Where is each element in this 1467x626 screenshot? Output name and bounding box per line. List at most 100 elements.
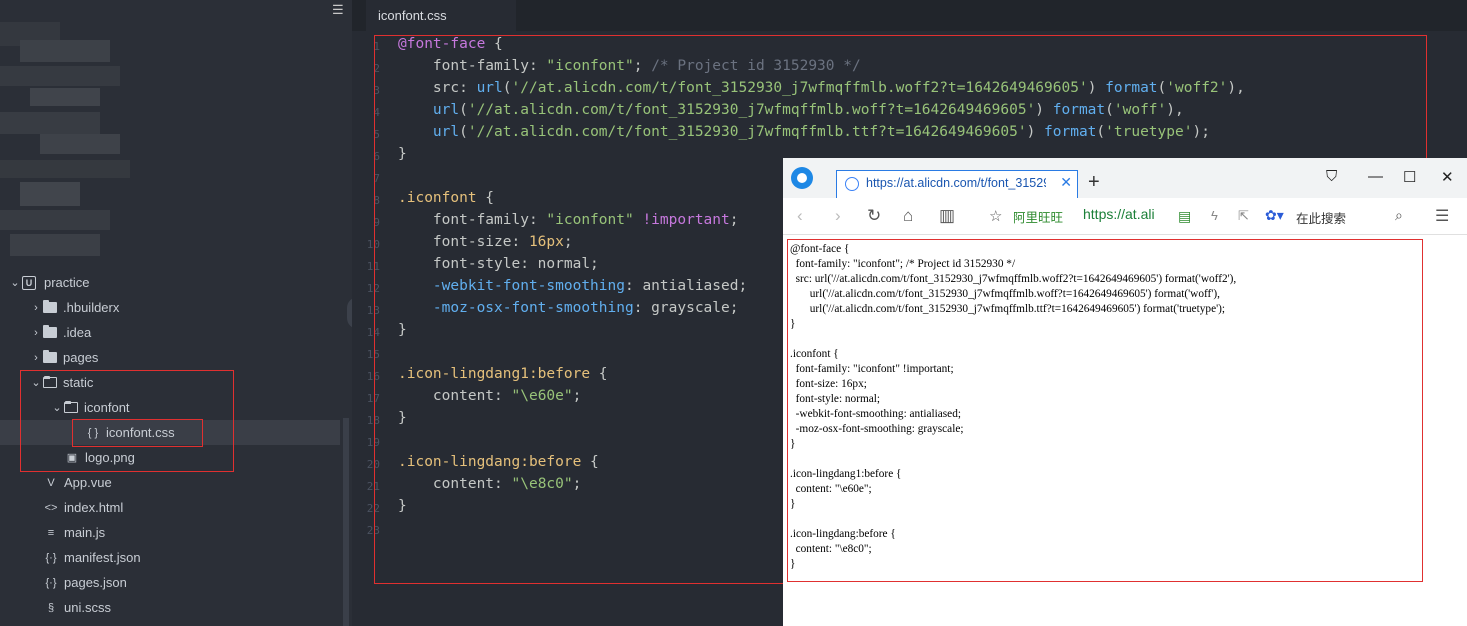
- search-input[interactable]: 在此搜索: [1296, 208, 1346, 227]
- tree-item-app-vue[interactable]: V App.vue: [0, 470, 340, 495]
- raw-line: }: [790, 438, 796, 450]
- tree-item-idea[interactable]: › .idea: [0, 320, 340, 345]
- code-token: format: [1105, 80, 1158, 96]
- lightning-icon[interactable]: ϟ: [1211, 208, 1218, 223]
- code-line: -webkit-font-smoothing: antialiased;: [398, 278, 747, 294]
- raw-line: -webkit-font-smoothing: antialiased;: [790, 408, 961, 420]
- code-token: .icon-lingdang:before: [398, 454, 582, 470]
- code-token: (: [1096, 124, 1106, 140]
- tree-item-static[interactable]: ⌄ static: [0, 370, 340, 395]
- code-token: ;: [633, 58, 652, 74]
- js-file-icon: ≡: [47, 526, 55, 539]
- new-tab-button[interactable]: +: [1088, 171, 1100, 194]
- code-token: ;: [572, 476, 582, 492]
- code-token: content:: [398, 476, 512, 492]
- favorites-link[interactable]: 阿里旺旺: [1013, 207, 1063, 226]
- raw-line: url('//at.alicdn.com/t/font_3152930_j7wf…: [790, 303, 1226, 315]
- tree-item-label: manifest.json: [64, 550, 141, 565]
- code-token: (: [459, 102, 468, 118]
- code-line: font-style: normal;: [398, 256, 599, 272]
- tree-item-label: practice: [44, 275, 90, 290]
- code-token: {: [485, 36, 503, 52]
- star-icon[interactable]: ☆: [989, 207, 1002, 225]
- tree-item-index-html[interactable]: <> index.html: [0, 495, 340, 520]
- minimize-button[interactable]: —: [1368, 168, 1383, 185]
- code-token: }: [398, 322, 407, 338]
- tree-item-label: main.js: [64, 525, 106, 540]
- search-icon[interactable]: ⌕: [1395, 207, 1403, 224]
- line-number: 1: [373, 40, 380, 53]
- home-icon[interactable]: ⌂: [903, 206, 913, 226]
- code-token: : grayscale;: [633, 300, 739, 316]
- code-token: '//at.alicdn.com/t/font_3152930_j7wfmqff…: [511, 80, 1088, 96]
- browser-window: https://at.alicdn.com/t/font_3152930_j7w…: [783, 158, 1467, 626]
- code-token: -webkit-font-smoothing: [432, 278, 625, 294]
- chevron-down-icon: ⌄: [31, 377, 41, 389]
- browser-tab[interactable]: https://at.alicdn.com/t/font_3152930_j7w…: [836, 170, 1078, 198]
- address-bar[interactable]: https://at.alicdn.com/t/font_3152930_j7w…: [1083, 206, 1155, 222]
- browser-titlebar: https://at.alicdn.com/t/font_3152930_j7w…: [783, 158, 1467, 198]
- raw-line: content: "\e60e";: [790, 483, 872, 495]
- code-line: .iconfont {: [398, 190, 494, 206]
- code-token: "iconfont": [546, 58, 634, 74]
- line-number: 2: [373, 62, 380, 75]
- raw-line: font-family: "iconfont" !important;: [790, 363, 954, 375]
- refresh-icon[interactable]: ↻: [867, 206, 881, 226]
- close-icon[interactable]: ✕: [1060, 174, 1072, 191]
- shirt-icon[interactable]: ⛉: [1326, 168, 1337, 185]
- tree-item-iconfont[interactable]: ⌄ iconfont: [0, 395, 340, 420]
- close-window-button[interactable]: ✕: [1441, 168, 1454, 186]
- tree-item-uni-scss[interactable]: § uni.scss: [0, 595, 340, 620]
- tree-item-practice[interactable]: ⌄ Upractice: [0, 270, 340, 295]
- line-number: 8: [373, 194, 380, 207]
- line-number: 18: [366, 414, 380, 427]
- tree-item-label: .hbuilderx: [63, 300, 120, 315]
- code-token: ;: [563, 234, 573, 250]
- tree-item-logo-png[interactable]: ▣ logo.png: [0, 445, 340, 470]
- sidebar-scrollbar[interactable]: [343, 418, 349, 626]
- code-token: url: [476, 80, 503, 96]
- folder-icon: [64, 401, 78, 413]
- tree-item-pages-json[interactable]: {·} pages.json: [0, 570, 340, 595]
- code-token: url: [432, 102, 460, 118]
- code-line: font-family: "iconfont" !important;: [398, 212, 739, 228]
- code-token: "iconfont": [546, 212, 634, 228]
- code-line: }: [398, 410, 407, 426]
- raw-line: font-family: "iconfont"; /* Project id 3…: [790, 258, 1016, 270]
- code-token: ): [1087, 80, 1106, 96]
- tree-item-iconfont-css[interactable]: { } iconfont.css: [0, 420, 340, 445]
- sidebar-menu-icon[interactable]: ☰: [332, 2, 344, 18]
- code-token: 16px: [528, 234, 564, 250]
- forward-icon[interactable]: ›: [835, 206, 841, 226]
- line-number: 20: [366, 458, 380, 471]
- tree-item-hbuilderx[interactable]: › .hbuilderx: [0, 295, 340, 320]
- folder-icon: [43, 350, 57, 363]
- code-line: }: [398, 498, 407, 514]
- folder-icon: [43, 325, 57, 338]
- book-icon[interactable]: ▤: [1178, 208, 1191, 225]
- tab-iconfont-css[interactable]: iconfont.css: [366, 0, 516, 31]
- code-token: (: [1157, 80, 1167, 96]
- back-icon[interactable]: ‹: [797, 206, 803, 226]
- vue-file-icon: V: [47, 476, 55, 489]
- raw-line: .icon-lingdang:before {: [790, 528, 896, 540]
- tree-item-label: static: [63, 375, 94, 390]
- raw-line: font-style: normal;: [790, 393, 881, 405]
- tree-item-pages[interactable]: › pages: [0, 345, 340, 370]
- code-token: font-style: normal;: [398, 256, 599, 272]
- menu-icon[interactable]: ☰: [1435, 206, 1449, 226]
- reader-icon[interactable]: ▥: [939, 206, 955, 226]
- tree-item-main-js[interactable]: ≡ main.js: [0, 520, 340, 545]
- maximize-button[interactable]: ☐: [1403, 168, 1416, 186]
- paw-search-engine-icon[interactable]: ✿▾: [1265, 207, 1284, 224]
- line-number: 3: [373, 84, 380, 97]
- chevron-right-icon: ›: [34, 301, 38, 314]
- code-line: }: [398, 322, 407, 338]
- tree-item-manifest-json[interactable]: {·} manifest.json: [0, 545, 340, 570]
- share-icon[interactable]: ⇱: [1238, 208, 1249, 224]
- folder-icon: [43, 300, 57, 313]
- json-file-icon: {·}: [45, 551, 57, 564]
